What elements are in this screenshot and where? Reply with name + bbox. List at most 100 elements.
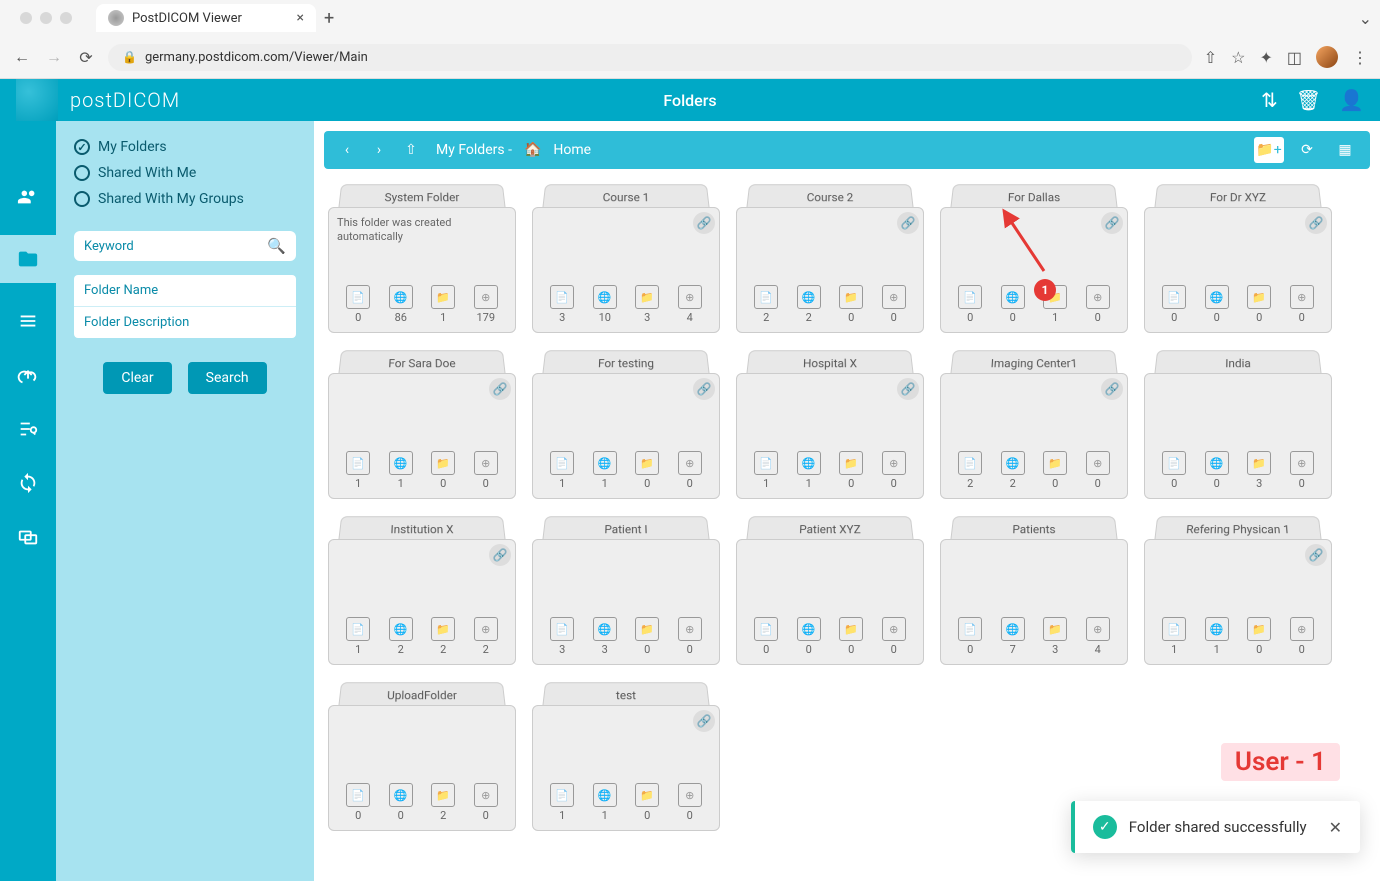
- nav-sync[interactable]: [12, 467, 44, 499]
- folder-card[interactable]: test🔗📄1🌐1📁0⊕0: [532, 681, 720, 831]
- column-item[interactable]: Folder Name: [74, 275, 296, 307]
- folder-card[interactable]: Refering Physican 1🔗📄1🌐1📁0⊕0: [1144, 515, 1332, 665]
- search-input[interactable]: [84, 239, 267, 254]
- refresh-icon[interactable]: ⟳: [1292, 137, 1322, 163]
- window-controls[interactable]: [8, 12, 84, 24]
- column-item[interactable]: Folder Description: [74, 307, 296, 338]
- stat: 🌐2: [1001, 451, 1025, 490]
- folder-card[interactable]: For Sara Doe🔗📄1🌐1📁0⊕0: [328, 349, 516, 499]
- folder-card[interactable]: Patient I📄3🌐3📁0⊕0: [532, 515, 720, 665]
- stat: ⊕0: [1086, 285, 1110, 324]
- breadcrumb-home[interactable]: Home: [553, 142, 591, 158]
- bookmark-icon[interactable]: ☆: [1231, 48, 1245, 67]
- home-icon[interactable]: 🏠: [524, 142, 541, 158]
- folder-card[interactable]: India📄0🌐0📁3⊕0: [1144, 349, 1332, 499]
- folder-card[interactable]: For testing🔗📄1🌐1📁0⊕0: [532, 349, 720, 499]
- stat: 📁3: [1247, 451, 1271, 490]
- stat: 📄0: [958, 285, 982, 324]
- stat-value: 10: [599, 311, 611, 324]
- nav-screens[interactable]: [12, 521, 44, 553]
- stat-icon: 📁: [635, 783, 659, 807]
- share-icon[interactable]: ⇧: [1204, 48, 1217, 67]
- url-field[interactable]: 🔒 germany.postdicom.com/Viewer/Main: [108, 44, 1192, 71]
- search-button[interactable]: Search: [188, 362, 267, 394]
- view-mode-icon[interactable]: ▦: [1330, 137, 1360, 163]
- stat-icon: ⊕: [474, 617, 498, 641]
- sort-icon[interactable]: ⇅: [1261, 88, 1278, 112]
- folder-stats: 📄1🌐1📁0⊕0: [541, 445, 711, 490]
- stat: 🌐2: [389, 617, 413, 656]
- clear-button[interactable]: Clear: [103, 362, 171, 394]
- back-button[interactable]: ←: [12, 47, 32, 67]
- trash-icon[interactable]: 🗑: [1296, 88, 1321, 112]
- keyword-search[interactable]: 🔍: [74, 231, 296, 261]
- toast-message: Folder shared successfully: [1129, 818, 1307, 836]
- nav-cards[interactable]: [12, 305, 44, 337]
- bc-forward-icon[interactable]: ›: [366, 137, 392, 163]
- nav-folders[interactable]: [0, 235, 56, 283]
- toast-close-icon[interactable]: ✕: [1329, 818, 1342, 837]
- folder-card[interactable]: Course 1🔗📄3🌐10📁3⊕4: [532, 183, 720, 333]
- forward-button[interactable]: →: [44, 47, 64, 67]
- folder-card[interactable]: Hospital X🔗📄1🌐1📁0⊕0: [736, 349, 924, 499]
- chevron-down-icon[interactable]: ⌄: [1359, 9, 1372, 28]
- stat-icon: 📄: [754, 285, 778, 309]
- filter-1[interactable]: Shared With Me: [74, 165, 296, 181]
- new-tab-button[interactable]: +: [324, 8, 334, 29]
- stat-icon: 📁: [431, 285, 455, 309]
- stat-value: 0: [644, 643, 650, 656]
- profile-avatar[interactable]: [1316, 46, 1338, 68]
- folder-body: 🔗📄3🌐10📁3⊕4: [532, 207, 720, 333]
- stat-value: 0: [1052, 477, 1058, 490]
- stat-icon: ⊕: [1086, 617, 1110, 641]
- sidepanel-icon[interactable]: ◫: [1287, 48, 1302, 67]
- bc-up-icon[interactable]: ⇧: [398, 137, 424, 163]
- stat-value: 0: [440, 477, 446, 490]
- stat-icon: 🌐: [1001, 285, 1025, 309]
- stat-icon: ⊕: [474, 783, 498, 807]
- logo[interactable]: postDICOM: [16, 79, 180, 121]
- stat-value: 1: [763, 477, 769, 490]
- folder-body: 🔗📄1🌐1📁0⊕0: [532, 373, 720, 499]
- folder-card[interactable]: Course 2🔗📄2🌐2📁0⊕0: [736, 183, 924, 333]
- main-wrap: My Folders Shared With Me Shared With My G…: [0, 121, 1380, 881]
- user-icon[interactable]: 👤: [1339, 88, 1364, 112]
- menu-icon[interactable]: ⋮: [1352, 48, 1368, 67]
- stat: 📄2: [754, 285, 778, 324]
- new-folder-icon[interactable]: 📁+: [1254, 137, 1284, 163]
- stat: 📁0: [635, 783, 659, 822]
- nav-search-list[interactable]: [12, 413, 44, 445]
- browser-tab[interactable]: PostDICOM Viewer ×: [96, 4, 316, 32]
- nav-patients[interactable]: [12, 181, 44, 213]
- minimize-window-icon[interactable]: [40, 12, 52, 24]
- close-window-icon[interactable]: [20, 12, 32, 24]
- stat-icon: 🌐: [1205, 285, 1229, 309]
- stat-icon: 📁: [839, 617, 863, 641]
- folder-card[interactable]: Patient XYZ📄0🌐0📁0⊕0: [736, 515, 924, 665]
- tab-close-icon[interactable]: ×: [297, 10, 304, 26]
- reload-button[interactable]: ⟳: [76, 47, 96, 67]
- folder-card[interactable]: System FolderThis folder was created aut…: [328, 183, 516, 333]
- search-icon[interactable]: 🔍: [267, 237, 286, 255]
- stat-value: 3: [602, 643, 608, 656]
- extensions-icon[interactable]: ✦: [1259, 48, 1272, 67]
- stat-icon: ⊕: [1290, 451, 1314, 475]
- maximize-window-icon[interactable]: [60, 12, 72, 24]
- filter-2[interactable]: Shared With My Groups: [74, 191, 296, 207]
- logo-text: postDICOM: [70, 88, 180, 112]
- folder-card[interactable]: For Dallas🔗📄0🌐0📁1⊕0: [940, 183, 1128, 333]
- nav-upload[interactable]: [12, 359, 44, 391]
- stat-value: 3: [1052, 643, 1058, 656]
- bc-back-icon[interactable]: ‹: [334, 137, 360, 163]
- stat: 🌐3: [593, 617, 617, 656]
- folder-card[interactable]: Imaging Center1🔗📄2🌐2📁0⊕0: [940, 349, 1128, 499]
- folder-body: 📄0🌐0📁2⊕0: [328, 705, 516, 831]
- folder-card[interactable]: UploadFolder📄0🌐0📁2⊕0: [328, 681, 516, 831]
- stat-value: 0: [644, 809, 650, 822]
- stat-icon: 📄: [754, 617, 778, 641]
- folder-card[interactable]: For Dr XYZ🔗📄0🌐0📁0⊕0: [1144, 183, 1332, 333]
- folder-card[interactable]: Institution X🔗📄1🌐2📁2⊕2: [328, 515, 516, 665]
- filter-0[interactable]: My Folders: [74, 139, 296, 155]
- folder-card[interactable]: Patients📄0🌐7📁3⊕4: [940, 515, 1128, 665]
- stat-icon: 📄: [1162, 617, 1186, 641]
